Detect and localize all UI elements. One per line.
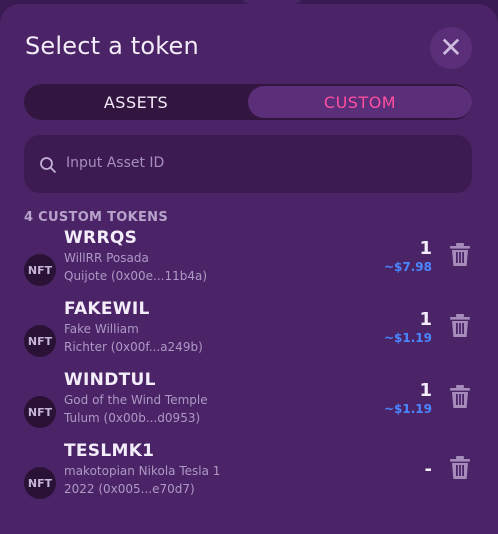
token-row[interactable]: NFT FAKEWIL Fake William Richter (0x00f.… <box>0 299 498 373</box>
trash-icon[interactable] <box>449 313 471 343</box>
token-tabs: ASSETS CUSTOM <box>24 84 472 120</box>
select-token-modal: Select a token ✕ ASSETS CUSTOM Input Ass… <box>0 4 498 534</box>
token-name-line1: God of the Wind Temple <box>64 393 208 407</box>
close-icon: ✕ <box>439 31 463 64</box>
nft-avatar: NFT <box>24 254 56 286</box>
token-symbol: WRRQS <box>64 228 138 248</box>
nft-avatar: NFT <box>24 467 56 499</box>
token-usd-value: ~$1.19 <box>383 331 432 345</box>
token-name-line1: makotopian Nikola Tesla 1 <box>64 464 221 478</box>
token-row[interactable]: NFT TESLMK1 makotopian Nikola Tesla 1 20… <box>0 441 498 515</box>
token-name-line2: Quijote (0x00e...11b4a) <box>64 269 208 283</box>
token-amount: 1 <box>419 309 432 330</box>
modal-title: Select a token <box>25 32 199 60</box>
trash-icon[interactable] <box>449 455 471 485</box>
token-name-line2: Tulum (0x00b...d0953) <box>64 411 201 425</box>
token-name-line2: Richter (0x00f...a249b) <box>64 340 203 354</box>
token-name-line2: 2022 (0x005...e70d7) <box>64 482 195 496</box>
token-symbol: TESLMK1 <box>64 441 155 461</box>
token-usd-value: ~$7.98 <box>383 260 432 274</box>
nft-avatar: NFT <box>24 325 56 357</box>
trash-icon[interactable] <box>449 384 471 414</box>
token-symbol: WINDTUL <box>64 370 156 390</box>
token-row[interactable]: NFT WINDTUL God of the Wind Temple Tulum… <box>0 370 498 444</box>
search-input[interactable]: Input Asset ID <box>24 135 472 193</box>
token-usd-value: ~$1.19 <box>383 402 432 416</box>
token-name-line1: Fake William <box>64 322 139 336</box>
tab-assets[interactable]: ASSETS <box>24 86 248 118</box>
token-amount: - <box>424 459 432 480</box>
tab-custom[interactable]: CUSTOM <box>248 86 472 118</box>
token-amount: 1 <box>419 238 432 259</box>
token-row[interactable]: NFT WRRQS WillRR Posada Quijote (0x00e..… <box>0 228 498 302</box>
custom-tokens-count: 4 CUSTOM TOKENS <box>24 210 169 225</box>
search-icon <box>39 156 57 178</box>
search-placeholder: Input Asset ID <box>66 155 165 171</box>
nft-avatar: NFT <box>24 396 56 428</box>
close-button[interactable]: ✕ <box>430 27 472 69</box>
token-amount: 1 <box>419 380 432 401</box>
trash-icon[interactable] <box>449 242 471 272</box>
token-name-line1: WillRR Posada <box>64 251 149 265</box>
token-symbol: FAKEWIL <box>64 299 150 319</box>
